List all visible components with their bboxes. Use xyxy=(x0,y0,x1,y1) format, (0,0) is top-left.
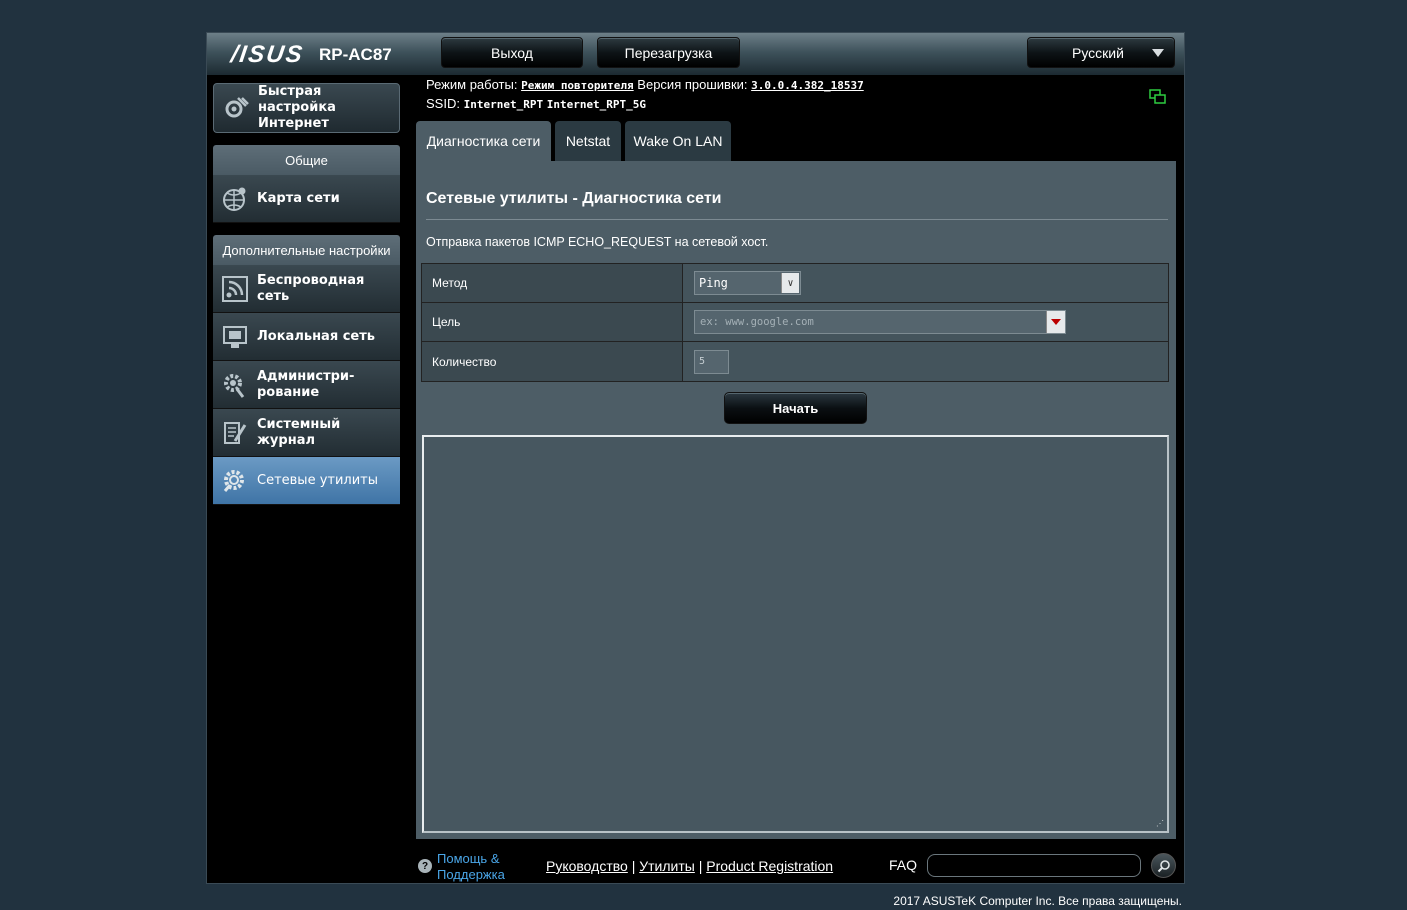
sidebar-item-label: Сетевые утилиты xyxy=(257,472,379,488)
method-value: Ping xyxy=(699,276,728,290)
sidebar-item-label: Системный журнал xyxy=(257,416,341,448)
quick-setup-icon xyxy=(225,97,249,118)
help-support-link[interactable]: Помощь & Поддержка xyxy=(437,851,527,883)
sidebar-item-label: Беспроводная сеть xyxy=(257,272,365,304)
sidebar-item-administration[interactable]: Администри-рование xyxy=(213,361,400,409)
product-registration-link[interactable]: Product Registration xyxy=(706,858,833,874)
start-button[interactable]: Начать xyxy=(724,392,867,424)
model-name: RP-AC87 xyxy=(319,45,392,64)
ssid-5g: Internet_RPT_5G xyxy=(546,98,647,111)
faq-label: FAQ xyxy=(889,857,918,873)
status-info: Режим работы: Режим повторителя Версия п… xyxy=(426,77,864,115)
form-row-target: Цель xyxy=(422,303,1168,342)
chevron-down-icon: ∨ xyxy=(781,273,799,293)
chevron-down-icon xyxy=(1152,49,1164,57)
tab-wake-on-lan[interactable]: Wake On LAN xyxy=(625,121,731,161)
asus-logo: /ISUS xyxy=(229,41,306,68)
wireless-icon xyxy=(222,275,248,302)
page-description: Отправка пакетов ICMP ECHO_REQUEST на се… xyxy=(426,235,769,249)
faq-search-button[interactable] xyxy=(1151,853,1176,878)
copyright-text: 2017 ASUSTeK Computer Inc. Все права защ… xyxy=(893,894,1182,908)
sidebar-item-system-log[interactable]: Системный журнал xyxy=(213,409,400,457)
diagnostics-output[interactable]: ⋰ xyxy=(422,435,1169,833)
help-icon: ? xyxy=(418,859,432,873)
quick-setup-label: Быстрая настройка Интернет xyxy=(258,84,336,131)
page-title: Сетевые утилиты - Диагностика сети xyxy=(426,190,722,207)
sidebar-item-label: Локальная сеть xyxy=(257,328,375,344)
general-section-header: Общие xyxy=(213,145,400,175)
sidebar-item-wireless[interactable]: Беспроводная сеть xyxy=(213,265,400,313)
sidebar-item-network-map[interactable]: Карта сети xyxy=(213,175,400,223)
target-combobox xyxy=(694,310,1066,334)
title-divider xyxy=(426,219,1168,220)
network-map-icon xyxy=(223,187,246,211)
operation-mode-link[interactable]: Режим повторителя xyxy=(521,79,634,92)
footer-links: Руководство | Утилиты | Product Registra… xyxy=(546,858,833,874)
main-panel: Сетевые утилиты - Диагностика сети Отпра… xyxy=(416,161,1176,839)
quick-internet-setup-button[interactable]: Быстрая настройка Интернет xyxy=(213,83,400,133)
method-label: Метод xyxy=(422,264,683,302)
sidebar-item-network-tools[interactable]: Сетевые утилиты xyxy=(213,457,400,505)
logout-button[interactable]: Выход xyxy=(441,37,583,68)
admin-gear-icon xyxy=(224,373,245,398)
tab-netstat[interactable]: Netstat xyxy=(555,121,621,161)
system-log-icon xyxy=(224,421,247,444)
search-icon xyxy=(1157,859,1170,872)
sidebar-item-label: Администри-рование xyxy=(257,368,355,400)
network-tools-icon xyxy=(223,469,244,492)
tab-network-diagnostics[interactable]: Диагностика сети xyxy=(416,121,551,161)
lan-icon xyxy=(223,325,247,348)
advanced-section-header: Дополнительные настройки xyxy=(213,235,400,265)
count-input[interactable] xyxy=(694,349,729,374)
method-select[interactable]: Ping ∨ xyxy=(694,271,801,295)
target-dropdown-button[interactable] xyxy=(1046,311,1065,333)
sidebar-item-lan[interactable]: Локальная сеть xyxy=(213,313,400,361)
firmware-version-link[interactable]: 3.0.0.4.382_18537 xyxy=(751,79,864,92)
dropdown-arrow-icon xyxy=(1051,319,1061,325)
utilities-link[interactable]: Утилиты xyxy=(639,858,695,874)
network-status-icon[interactable] xyxy=(1149,89,1167,105)
sidebar-item-label: Карта сети xyxy=(257,190,340,206)
form-row-count: Количество xyxy=(422,342,1168,381)
language-label: Русский xyxy=(1072,44,1124,61)
faq-search-input[interactable] xyxy=(927,854,1141,877)
target-label: Цель xyxy=(422,303,683,341)
router-admin-frame: /ISUS RP-AC87 Выход Перезагрузка Русский… xyxy=(206,32,1185,884)
reboot-button[interactable]: Перезагрузка xyxy=(597,37,740,68)
ssid-label: SSID: xyxy=(426,96,460,111)
count-label: Количество xyxy=(422,342,683,381)
operation-mode-label: Режим работы: xyxy=(426,77,518,92)
manual-link[interactable]: Руководство xyxy=(546,858,628,874)
diagnostics-form: Метод Ping ∨ Цель ex: www.google.com Кол… xyxy=(421,263,1169,382)
link-separator: | xyxy=(698,858,703,874)
link-separator: | xyxy=(631,858,636,874)
resize-grip-icon[interactable]: ⋰ xyxy=(1156,820,1164,828)
ssid-2g: Internet_RPT xyxy=(463,98,544,111)
form-row-method: Метод Ping ∨ xyxy=(422,264,1168,303)
language-select[interactable]: Русский xyxy=(1027,37,1175,68)
firmware-label: Версия прошивки: xyxy=(637,77,748,92)
target-input[interactable] xyxy=(695,311,1046,333)
top-banner: /ISUS RP-AC87 Выход Перезагрузка Русский xyxy=(207,33,1184,75)
